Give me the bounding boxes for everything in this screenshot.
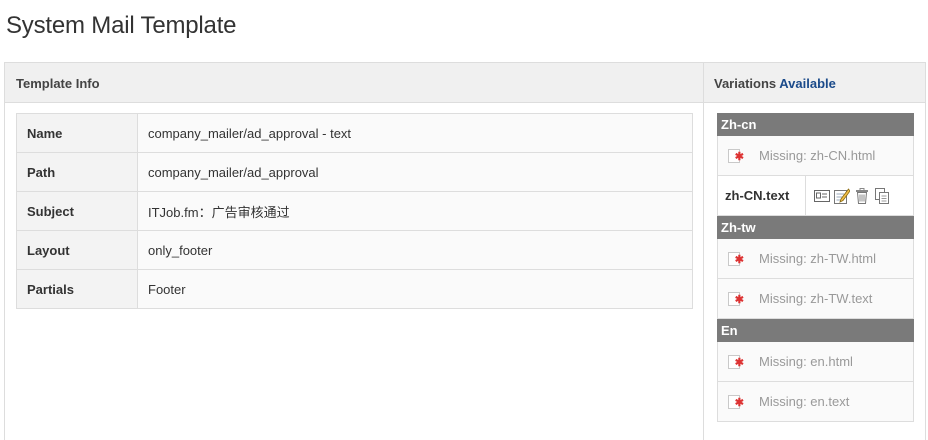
missing-variation-row[interactable]: ✱ Missing: zh-TW.html: [717, 239, 914, 279]
missing-file-icon: ✱: [728, 291, 744, 306]
preview-icon[interactable]: [814, 188, 830, 204]
delete-icon[interactable]: [854, 187, 870, 204]
present-variation-row: zh-CN.text: [717, 176, 914, 216]
edit-icon[interactable]: [834, 187, 850, 204]
variations-heading: Variations Available: [714, 76, 836, 91]
missing-mark-icon: ✱: [734, 150, 744, 163]
info-value: Footer: [137, 269, 693, 309]
info-value: only_footer: [137, 230, 693, 270]
info-row-path: Path company_mailer/ad_approval: [16, 152, 693, 192]
missing-variation-row[interactable]: ✱ Missing: en.html: [717, 342, 914, 382]
variation-label: Missing: zh-CN.html: [759, 148, 876, 163]
template-panel: Template Info Variations Available Name c…: [4, 62, 926, 440]
variation-group-en: En: [717, 319, 914, 342]
missing-mark-icon: ✱: [734, 396, 744, 409]
info-value: company_mailer/ad_approval: [137, 152, 693, 192]
missing-variation-row[interactable]: ✱ Missing: zh-TW.text: [717, 279, 914, 319]
copy-icon[interactable]: [874, 187, 890, 204]
info-row-layout: Layout only_footer: [16, 230, 693, 270]
missing-file-icon: ✱: [728, 354, 744, 369]
missing-file-icon: ✱: [728, 394, 744, 409]
missing-mark-icon: ✱: [734, 253, 744, 266]
info-value: ITJob.fm：广告审核通过: [137, 191, 693, 231]
info-key: Subject: [16, 191, 138, 231]
missing-file-icon: ✱: [728, 148, 744, 163]
info-value: company_mailer/ad_approval - text: [137, 113, 693, 153]
missing-mark-icon: ✱: [734, 356, 744, 369]
variation-group-zh-tw: Zh-tw: [717, 216, 914, 239]
info-key: Layout: [16, 230, 138, 270]
missing-file-icon: ✱: [728, 251, 744, 266]
variation-label: Missing: zh-TW.text: [759, 291, 873, 306]
variation-label: Missing: zh-TW.html: [759, 251, 877, 266]
variation-label: Missing: en.html: [759, 354, 853, 369]
variations-heading-label: Variations: [714, 76, 777, 91]
variation-name: zh-CN.text: [718, 176, 806, 215]
template-info-heading: Template Info: [16, 76, 100, 91]
variation-group-zh-cn: Zh-cn: [717, 113, 914, 136]
variations-available-label: Available: [779, 76, 836, 91]
missing-mark-icon: ✱: [734, 293, 744, 306]
missing-variation-row[interactable]: ✱ Missing: en.text: [717, 382, 914, 422]
template-info-table: Name company_mailer/ad_approval - text Pat…: [16, 113, 693, 309]
panel-divider: [703, 63, 704, 440]
info-key: Partials: [16, 269, 138, 309]
info-row-name: Name company_mailer/ad_approval - text: [16, 113, 693, 153]
info-row-subject: Subject ITJob.fm：广告审核通过: [16, 191, 693, 231]
info-key: Path: [16, 152, 138, 192]
page-title: System Mail Template: [6, 12, 237, 39]
variation-label: Missing: en.text: [759, 394, 850, 409]
info-key: Name: [16, 113, 138, 153]
variations-list: Zh-cn ✱ Missing: zh-CN.html zh-CN.text Zh-tw…: [717, 113, 914, 422]
missing-variation-row[interactable]: ✱ Missing: zh-CN.html: [717, 136, 914, 176]
info-row-partials: Partials Footer: [16, 269, 693, 309]
variation-actions: [806, 187, 890, 204]
